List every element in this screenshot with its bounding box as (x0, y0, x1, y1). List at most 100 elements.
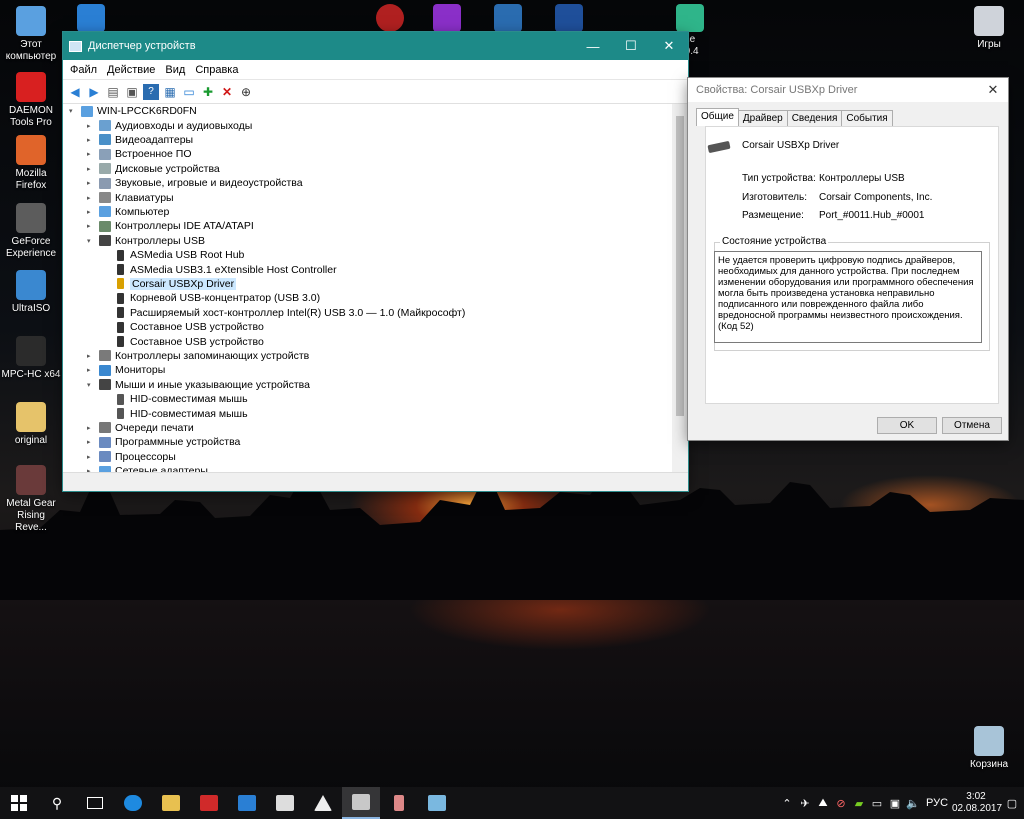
maximize-button[interactable]: ☐ (612, 32, 650, 60)
tree-category[interactable]: ▸ Контроллеры запоминающих устройств (87, 349, 309, 363)
taskbar-app-blue[interactable] (418, 787, 456, 819)
desktop-icon-right-1[interactable]: Корзина (958, 726, 1020, 771)
chevron-right-icon[interactable]: ▸ (87, 194, 97, 202)
tray-corsair-icon[interactable]: ⛰ (814, 787, 832, 819)
tree-device[interactable]: Составное USB устройство (103, 320, 264, 334)
chevron-right-icon[interactable]: ▸ (87, 222, 97, 230)
tree-device[interactable]: ASMedia USB Root Hub (103, 248, 244, 262)
network-icon[interactable]: ▣ (886, 787, 904, 819)
chevron-right-icon[interactable]: ▸ (87, 165, 97, 173)
menu-view[interactable]: Вид (160, 64, 190, 76)
chevron-right-icon[interactable]: ▸ (87, 424, 97, 432)
chevron-down-icon[interactable]: ▾ (87, 381, 97, 389)
tree-category[interactable]: ▸ Процессоры (87, 450, 176, 464)
tray-app-icon[interactable]: ✈ (796, 787, 814, 819)
tree-device[interactable]: ASMedia USB3.1 eXtensible Host Controlle… (103, 262, 337, 276)
tree-category[interactable]: ▸ Программные устройства (87, 435, 240, 449)
screen-app-icon[interactable] (77, 4, 105, 32)
tree-device[interactable]: HID-совместимая мышь (103, 392, 248, 406)
back-icon[interactable]: ◀ (67, 84, 83, 100)
chevron-right-icon[interactable]: ▸ (87, 122, 97, 130)
add-driver-icon[interactable]: ✚ (200, 84, 216, 100)
chevron-down-icon[interactable]: ▾ (87, 237, 97, 245)
chevron-right-icon[interactable]: ▸ (87, 366, 97, 374)
desktop-icon-4[interactable]: UltraISO (0, 270, 62, 315)
tree-device[interactable]: Corsair USBXp Driver (103, 277, 237, 291)
tree-category[interactable]: ▾ Мыши и иные указывающие устройства (87, 378, 310, 392)
media-app-icon[interactable] (494, 4, 522, 32)
tree-device[interactable]: Составное USB устройство (103, 334, 264, 348)
minimize-button[interactable]: — (574, 32, 612, 60)
floppy-app-icon[interactable] (555, 4, 583, 32)
forward-icon[interactable]: ▶ (86, 84, 102, 100)
tree-category[interactable]: ▸ Видеоадаптеры (87, 133, 193, 147)
scan-hardware-icon[interactable]: ▭ (181, 84, 197, 100)
menu-action[interactable]: Действие (102, 64, 160, 76)
clock[interactable]: 3:02 02.08.2017 (952, 791, 1002, 815)
start-button[interactable] (0, 787, 38, 819)
chevron-up-icon[interactable]: ⌃ (778, 787, 796, 819)
properties-titlebar[interactable]: Свойства: Corsair USBXp Driver ✕ (688, 78, 1008, 102)
device-manager-titlebar[interactable]: Диспетчер устройств — ☐ ✕ (63, 32, 688, 60)
tree-category[interactable]: ▸ Аудиовходы и аудиовыходы (87, 118, 252, 132)
search-button[interactable]: ⚲ (38, 787, 76, 819)
driver-icon[interactable]: ▦ (162, 84, 178, 100)
taskbar-explorer[interactable] (152, 787, 190, 819)
tree-category[interactable]: ▸ Звуковые, игровые и видеоустройства (87, 176, 303, 190)
chevron-right-icon[interactable]: ▸ (87, 208, 97, 216)
tree-category[interactable]: ▸ Компьютер (87, 205, 169, 219)
taskbar-corsair[interactable] (304, 787, 342, 819)
properties-icon[interactable]: ▣ (124, 84, 140, 100)
volume-icon[interactable]: 🔈 (904, 787, 922, 819)
chevron-right-icon[interactable]: ▸ (87, 150, 97, 158)
record-app-icon[interactable] (376, 4, 404, 32)
desktop-icon-1[interactable]: DAEMON Tools Pro (0, 72, 62, 129)
uninstall-icon[interactable]: ✕ (219, 84, 235, 100)
taskbar-edge[interactable] (114, 787, 152, 819)
menu-help[interactable]: Справка (190, 64, 243, 76)
chevron-right-icon[interactable]: ▸ (87, 179, 97, 187)
tree-category[interactable]: ▸ Сетевые адаптеры (87, 464, 208, 472)
tree-category[interactable]: ▸ Контроллеры IDE ATA/ATAPI (87, 219, 254, 233)
tree-category[interactable]: ▸ Очереди печати (87, 421, 194, 435)
tray-nvidia-icon[interactable]: ▰ (850, 787, 868, 819)
desktop-icon-2[interactable]: Mozilla Firefox (0, 135, 62, 192)
tab-general[interactable]: Общие (696, 108, 739, 126)
taskbar-vivaldi[interactable] (190, 787, 228, 819)
tree-device[interactable]: Расширяемый хост-контроллер Intel(R) USB… (103, 306, 465, 320)
desktop-icon-right-0[interactable]: Игры (958, 6, 1020, 51)
chevron-down-icon[interactable]: ▾ (69, 107, 79, 115)
tree-device[interactable]: Корневой USB-концентратор (USB 3.0) (103, 291, 320, 305)
chevron-right-icon[interactable]: ▸ (87, 438, 97, 446)
tray-monitor-icon[interactable]: ▭ (868, 787, 886, 819)
tree-category[interactable]: ▾ Контроллеры USB (87, 234, 205, 248)
taskbar-app-colored[interactable] (380, 787, 418, 819)
tree-category[interactable]: ▸ Встроенное ПО (87, 147, 192, 161)
notifications-icon[interactable]: ▢ (1000, 787, 1024, 819)
ok-button[interactable]: OK (877, 417, 937, 434)
tree-category[interactable]: ▸ Мониторы (87, 363, 165, 377)
cancel-button[interactable]: Отмена (942, 417, 1002, 434)
desktop-icon-3[interactable]: GeForce Experience (0, 203, 62, 260)
update-driver-icon[interactable]: ⊕ (238, 84, 254, 100)
help-icon[interactable]: ? (143, 83, 159, 100)
taskbar-photos[interactable] (266, 787, 304, 819)
desktop-icon-6[interactable]: original (0, 402, 62, 447)
scrollbar-thumb[interactable] (676, 116, 684, 416)
tree-category[interactable]: ▸ Дисковые устройства (87, 162, 220, 176)
chevron-right-icon[interactable]: ▸ (87, 352, 97, 360)
desktop-icon-5[interactable]: MPC-HC x64 (0, 336, 62, 381)
properties-close-button[interactable]: ✕ (978, 82, 1008, 98)
desktop-icon-7[interactable]: Metal Gear Rising Reve... (0, 465, 62, 534)
chevron-right-icon[interactable]: ▸ (87, 136, 97, 144)
taskbar-device-manager[interactable] (342, 787, 380, 819)
device-status-text[interactable]: Не удается проверить цифровую подпись др… (714, 251, 982, 343)
close-button[interactable]: ✕ (650, 32, 688, 60)
taskbar-screen-app[interactable] (228, 787, 266, 819)
tree-scrollbar[interactable] (672, 104, 688, 472)
phpstorm-icon[interactable] (433, 4, 461, 32)
volume-app-icon[interactable] (676, 4, 704, 32)
desktop-icon-0[interactable]: Этот компьютер (0, 6, 62, 63)
task-view-button[interactable] (76, 787, 114, 819)
tree-device[interactable]: HID-совместимая мышь (103, 406, 248, 420)
